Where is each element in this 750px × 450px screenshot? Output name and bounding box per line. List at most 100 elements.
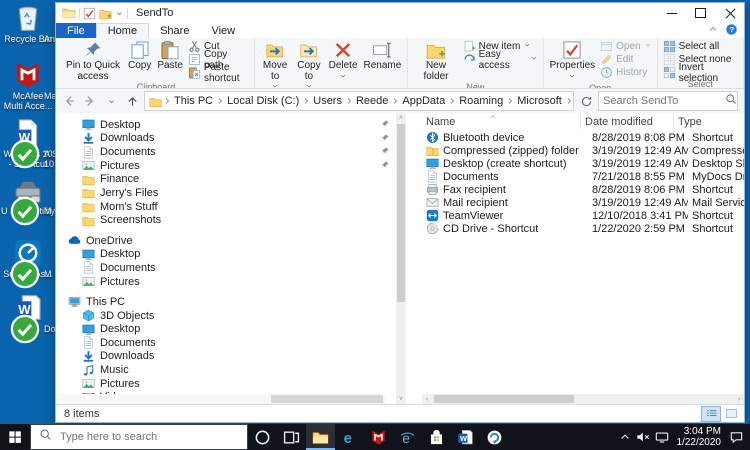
- scroll-left-icon[interactable]: ‹: [422, 394, 432, 404]
- scrollbar-thumb[interactable]: [397, 124, 405, 302]
- paste-button[interactable]: Paste: [154, 39, 186, 82]
- nav-item-downloads[interactable]: Downloads: [56, 132, 396, 146]
- copy-button[interactable]: Copy: [125, 39, 154, 82]
- breadcrumb-segment[interactable]: Local Disk (C:): [225, 95, 301, 107]
- nav-item-desktop[interactable]: Desktop: [56, 118, 396, 132]
- nav-item-screenshots[interactable]: Screenshots: [56, 213, 396, 227]
- network-icon[interactable]: [655, 430, 669, 444]
- taskbar-icon-support[interactable]: [480, 424, 509, 450]
- nav-item-music[interactable]: Music: [56, 363, 396, 377]
- breadcrumb-segment[interactable]: Microsoft: [515, 95, 564, 107]
- breadcrumb-segment[interactable]: Users: [311, 95, 344, 107]
- taskbar-clock[interactable]: 3:04 PM 1/22/2020: [674, 426, 725, 448]
- nav-item-mom-s-stuff[interactable]: Mom's Stuff: [56, 200, 396, 214]
- action-center-icon[interactable]: [729, 430, 744, 445]
- scroll-up-icon[interactable]: ˄: [396, 113, 406, 123]
- nav-item-pictures[interactable]: Pictures: [56, 159, 396, 173]
- breadcrumb-segment[interactable]: Reede: [354, 95, 390, 107]
- nav-item-pictures[interactable]: Pictures: [56, 377, 396, 391]
- scroll-right-icon[interactable]: ›: [734, 394, 744, 404]
- taskbar-icon-ie[interactable]: e: [393, 424, 422, 450]
- open-button[interactable]: Open: [598, 40, 653, 53]
- select-all-button[interactable]: Select all: [661, 40, 740, 53]
- nav-item-desktop[interactable]: Desktop: [56, 322, 396, 336]
- maximize-button[interactable]: [686, 3, 715, 23]
- nav-item-documents[interactable]: Documents: [56, 336, 396, 350]
- search-icon[interactable]: [725, 92, 737, 110]
- nav-item-this-pc[interactable]: This PC: [56, 295, 396, 309]
- breadcrumb[interactable]: This PC Local Disk (C:) Users Reede AppData R…: [144, 91, 574, 111]
- new-folder-icon[interactable]: [99, 7, 112, 20]
- delete-button[interactable]: Delete: [326, 39, 361, 89]
- file-row[interactable]: Fax recipient8/28/2019 8:06 PMShortcut: [422, 183, 744, 196]
- properties-button[interactable]: Properties: [547, 39, 599, 83]
- icons-view-button[interactable]: [722, 407, 740, 421]
- easy-access-button[interactable]: Easy access: [461, 53, 540, 66]
- properties-icon[interactable]: [83, 7, 96, 20]
- nav-item-pictures[interactable]: Pictures: [56, 275, 396, 289]
- breadcrumb-segment[interactable]: This PC: [172, 95, 215, 107]
- help-icon[interactable]: ?: [725, 23, 738, 39]
- nav-horizontal-scrollbar[interactable]: [56, 394, 386, 404]
- breadcrumb-segment[interactable]: AppData: [400, 95, 447, 107]
- edit-button[interactable]: Edit: [598, 53, 653, 66]
- desktop-icon[interactable]: McAfee Multi Acce...: [1, 60, 55, 111]
- file-row[interactable]: Bluetooth device8/28/2019 8:08 PMShortcu…: [422, 131, 744, 144]
- column-header-type[interactable]: Type: [674, 115, 744, 129]
- pin-to-quick-access-button[interactable]: Pin to Quick access: [61, 39, 125, 82]
- copy-to-button[interactable]: Copy to: [292, 39, 325, 89]
- taskbar-icon-word[interactable]: W: [451, 424, 480, 450]
- column-header-name[interactable]: Name: [422, 115, 581, 129]
- nav-vertical-scrollbar[interactable]: ˄ ˅: [396, 113, 406, 404]
- taskbar-search-input[interactable]: [58, 430, 239, 444]
- history-button[interactable]: History: [598, 66, 653, 79]
- paste-shortcut-button[interactable]: Paste shortcut: [186, 66, 251, 79]
- back-button[interactable]: [60, 92, 78, 110]
- recent-locations-icon[interactable]: [102, 92, 120, 110]
- tray-chevron-up-icon[interactable]: [619, 431, 631, 443]
- taskbar-icon-store[interactable]: [422, 424, 451, 450]
- scrollbar-thumb[interactable]: [271, 395, 383, 403]
- taskbar-icon-task-view[interactable]: [277, 424, 306, 450]
- file-row[interactable]: CD Drive - Shortcut1/22/2020 2:59 PMShor…: [422, 222, 744, 235]
- nav-item-documents[interactable]: Documents: [56, 261, 396, 275]
- nav-item-onedrive[interactable]: OneDrive: [56, 234, 396, 248]
- file-row[interactable]: Desktop (create shortcut)3/19/2019 12:49…: [422, 157, 744, 170]
- refresh-button[interactable]: [577, 92, 595, 110]
- caret-icon[interactable]: [115, 9, 124, 18]
- nav-item-jerry-s-files[interactable]: Jerry's Files: [56, 186, 396, 200]
- tab-home[interactable]: Home: [96, 23, 149, 38]
- nav-item-finance[interactable]: Finance: [56, 173, 396, 187]
- file-row[interactable]: Compressed (zipped) folder3/19/2019 12:4…: [422, 144, 744, 157]
- tab-view[interactable]: View: [200, 23, 246, 38]
- column-header-date-modified[interactable]: Date modified: [581, 115, 674, 129]
- file-row[interactable]: Mail recipient3/19/2019 12:49 AMMail Ser…: [422, 196, 744, 209]
- tab-share[interactable]: Share: [149, 23, 200, 38]
- start-button[interactable]: [0, 424, 30, 450]
- breadcrumb-segment[interactable]: Roaming: [457, 95, 505, 107]
- search-input[interactable]: [599, 95, 725, 107]
- nav-item-3d-objects[interactable]: 3D Objects: [56, 309, 396, 323]
- taskbar-icon-explorer[interactable]: [306, 424, 335, 450]
- files-horizontal-scrollbar[interactable]: ‹ ›: [422, 394, 744, 404]
- nav-item-documents[interactable]: Documents: [56, 145, 396, 159]
- nav-item-downloads[interactable]: Downloads: [56, 350, 396, 364]
- new-folder-button[interactable]: New folder: [411, 39, 460, 82]
- volume-muted-icon[interactable]: [636, 430, 650, 444]
- scroll-down-icon[interactable]: ˅: [396, 394, 406, 404]
- rename-button[interactable]: Rename: [361, 39, 405, 89]
- forward-button[interactable]: [81, 92, 99, 110]
- taskbar-icon-cortana[interactable]: [248, 424, 277, 450]
- tab-file[interactable]: File: [56, 23, 96, 38]
- collapse-ribbon-icon[interactable]: [707, 23, 719, 38]
- file-row[interactable]: TeamViewer12/10/2018 3:41 PMShortcut: [422, 209, 744, 222]
- nav-item-desktop[interactable]: Desktop: [56, 247, 396, 261]
- taskbar-icon-mcafee[interactable]: [364, 424, 393, 450]
- file-row[interactable]: Documents7/21/2018 8:55 PMMyDocs Drop Ta…: [422, 170, 744, 183]
- taskbar-icon-edge[interactable]: e: [335, 424, 364, 450]
- scrollbar-thumb[interactable]: [434, 395, 574, 403]
- up-button[interactable]: [123, 92, 141, 110]
- minimize-button[interactable]: [657, 3, 686, 23]
- details-view-button[interactable]: [701, 406, 721, 422]
- invert-selection-button[interactable]: Invert selection: [661, 66, 740, 79]
